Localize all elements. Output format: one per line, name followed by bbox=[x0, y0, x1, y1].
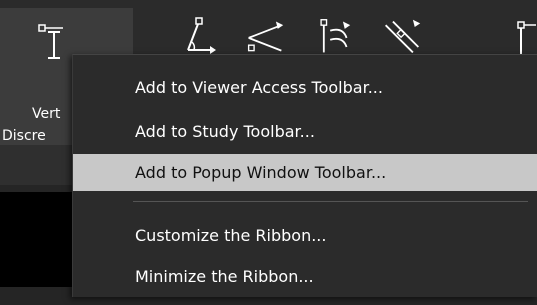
image-viewport[interactable] bbox=[0, 192, 75, 287]
pointer-tool-icon[interactable] bbox=[508, 16, 537, 58]
angle-tool-icon[interactable] bbox=[180, 16, 220, 58]
menu-item-add-to-study-toolbar[interactable]: Add to Study Toolbar... bbox=[73, 113, 537, 150]
menu-item-add-to-viewer-access-toolbar[interactable]: Add to Viewer Access Toolbar... bbox=[73, 69, 537, 106]
panel-strip bbox=[0, 145, 75, 185]
context-menu: Add to Viewer Access Toolbar... Add to S… bbox=[72, 54, 537, 297]
menu-item-minimize-the-ribbon[interactable]: Minimize the Ribbon... bbox=[73, 258, 537, 295]
menu-item-add-to-popup-window-toolbar[interactable]: Add to Popup Window Toolbar... bbox=[73, 154, 537, 191]
diagonal-measure-icon[interactable] bbox=[382, 16, 422, 58]
cobb-angle-icon[interactable] bbox=[245, 16, 285, 58]
menu-item-customize-the-ribbon[interactable]: Customize the Ribbon... bbox=[73, 217, 537, 254]
vertical-measure-icon bbox=[38, 24, 63, 59]
ribbon-button-label-line1: Vert bbox=[32, 106, 61, 122]
ribbon-button-label-line2: Discre bbox=[2, 128, 46, 144]
menu-separator bbox=[133, 201, 528, 202]
spine-label-icon[interactable] bbox=[312, 16, 352, 58]
